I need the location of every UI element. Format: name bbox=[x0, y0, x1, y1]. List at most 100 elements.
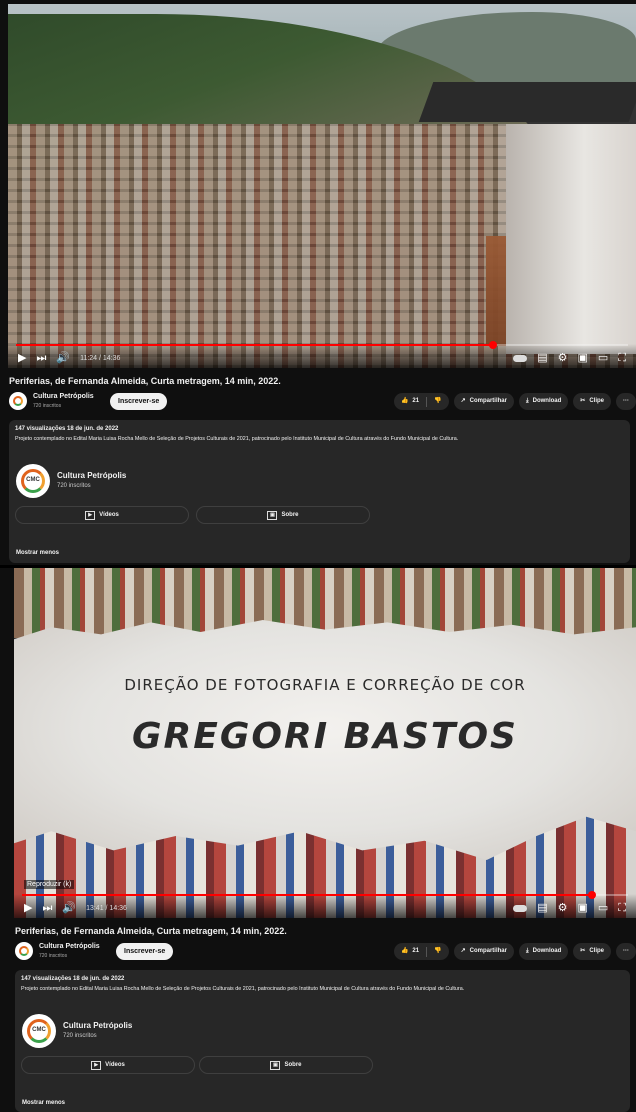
like-count: 21 bbox=[412, 398, 420, 404]
like-icon[interactable]: 👍 bbox=[401, 943, 408, 960]
videos-button[interactable]: ▶ Vídeos bbox=[21, 1056, 195, 1074]
progress-fill bbox=[22, 894, 592, 896]
clip-button[interactable]: ✂ Clipe bbox=[573, 943, 611, 960]
about-icon: ▣ bbox=[267, 510, 278, 520]
clip-label: Clipe bbox=[589, 398, 604, 404]
divider bbox=[426, 396, 428, 407]
fullscreen-icon[interactable]: ⛶ bbox=[618, 352, 626, 364]
share-icon: ↗ bbox=[460, 398, 466, 404]
progress-scrubber[interactable] bbox=[489, 341, 498, 349]
download-label: Download bbox=[532, 948, 562, 954]
subscribe-button[interactable]: Inscrever-se bbox=[116, 943, 174, 960]
description-channel-name[interactable]: Cultura Petrópolis bbox=[63, 1021, 132, 1030]
action-buttons: 👍 21 👎 ↗ Compartilhar ⤓ Download ✂ Clipe… bbox=[393, 943, 636, 960]
description-box[interactable]: 147 visualizações 18 de jun. de 2022 Pro… bbox=[9, 420, 630, 563]
video-frame-building bbox=[506, 124, 636, 354]
channel-avatar[interactable] bbox=[15, 942, 33, 960]
video-player[interactable]: ▶ ⏭ 🔊 11:24 / 14:36 ▤ ⚙ ▣ ▭ ⛶ bbox=[8, 4, 636, 368]
download-button[interactable]: ⤓ Download bbox=[518, 393, 569, 410]
logo-text: CMC bbox=[32, 1027, 46, 1033]
description-channel-avatar[interactable]: CMC bbox=[22, 1014, 56, 1048]
show-less-link[interactable]: Mostrar menos bbox=[16, 550, 59, 556]
more-actions-button[interactable]: ··· bbox=[616, 393, 636, 410]
description-box[interactable]: 147 visualizações 18 de jun. de 2022 Pro… bbox=[15, 970, 630, 1112]
share-button[interactable]: ↗ Compartilhar bbox=[453, 943, 514, 960]
dislike-icon[interactable]: 👎 bbox=[434, 393, 441, 410]
captions-icon[interactable]: ▤ bbox=[537, 352, 547, 364]
settings-icon[interactable]: ⚙ bbox=[558, 352, 568, 364]
time-display: 11:24 / 14:36 bbox=[80, 354, 121, 362]
about-button[interactable]: ▣ Sobre bbox=[199, 1056, 373, 1074]
videos-button[interactable]: ▶ Vídeos bbox=[15, 506, 189, 524]
more-actions-button[interactable]: ··· bbox=[616, 943, 636, 960]
progress-scrubber[interactable] bbox=[587, 891, 596, 899]
description-text: Projeto contemplado no Edital Maria Luis… bbox=[21, 986, 465, 992]
share-label: Compartilhar bbox=[469, 398, 507, 404]
share-label: Compartilhar bbox=[469, 948, 507, 954]
download-button[interactable]: ⤓ Download bbox=[518, 943, 569, 960]
clip-icon: ✂ bbox=[580, 398, 586, 404]
about-label: Sobre bbox=[284, 1062, 302, 1068]
videos-icon: ▶ bbox=[85, 510, 96, 520]
videos-icon: ▶ bbox=[91, 1060, 102, 1070]
clip-label: Clipe bbox=[589, 948, 604, 954]
share-icon: ↗ bbox=[460, 948, 466, 954]
volume-icon[interactable]: 🔊 bbox=[62, 902, 76, 914]
credit-role-text: DIREÇÃO DE FOTOGRAFIA E CORREÇÃO DE COR bbox=[124, 676, 526, 694]
theater-icon[interactable]: ▭ bbox=[598, 902, 608, 914]
channel-subscribers: 720 inscritos bbox=[39, 953, 68, 959]
autoplay-toggle[interactable] bbox=[513, 354, 528, 362]
description-channel-subscribers: 720 inscritos bbox=[57, 483, 91, 489]
channel-row: Cultura Petrópolis 720 inscritos Inscrev… bbox=[9, 392, 636, 414]
view-count-date: 147 visualizações 18 de jun. de 2022 bbox=[21, 976, 125, 982]
show-less-link[interactable]: Mostrar menos bbox=[22, 1100, 65, 1106]
captions-icon[interactable]: ▤ bbox=[537, 902, 547, 914]
settings-icon[interactable]: ⚙ bbox=[558, 902, 568, 914]
about-icon: ▣ bbox=[270, 1060, 281, 1070]
channel-subscribers: 720 inscritos bbox=[33, 403, 62, 409]
description-channel-subscribers: 720 inscritos bbox=[63, 1033, 97, 1039]
dislike-icon[interactable]: 👎 bbox=[434, 943, 441, 960]
progress-bar[interactable] bbox=[22, 891, 628, 899]
about-button[interactable]: ▣ Sobre bbox=[196, 506, 370, 524]
screenshot-panel-1: ▶ ⏭ 🔊 11:24 / 14:36 ▤ ⚙ ▣ ▭ ⛶ Periferias… bbox=[0, 0, 636, 565]
player-controls: ▶ ⏭ 🔊 13:41 / 14:36 ▤ ⚙ ▣ ▭ ⛶ bbox=[14, 891, 636, 918]
divider bbox=[426, 946, 428, 957]
share-button[interactable]: ↗ Compartilhar bbox=[453, 393, 514, 410]
autoplay-toggle[interactable] bbox=[513, 904, 528, 912]
next-icon[interactable]: ⏭ bbox=[36, 352, 46, 364]
player-controls: ▶ ⏭ 🔊 11:24 / 14:36 ▤ ⚙ ▣ ▭ ⛶ bbox=[8, 341, 636, 368]
screenshot-panel-2: DIREÇÃO DE FOTOGRAFIA E CORREÇÃO DE COR … bbox=[0, 568, 636, 1112]
download-icon: ⤓ bbox=[525, 398, 529, 404]
channel-avatar[interactable] bbox=[9, 392, 27, 410]
play-icon[interactable]: ▶ bbox=[24, 902, 32, 914]
theater-icon[interactable]: ▭ bbox=[598, 352, 608, 364]
channel-row: Cultura Petrópolis 720 inscritos Inscrev… bbox=[15, 942, 636, 964]
clip-icon: ✂ bbox=[580, 948, 586, 954]
description-text: Projeto contemplado no Edital Maria Luis… bbox=[15, 436, 459, 442]
credit-name-text: GREGORI BASTOS bbox=[132, 716, 518, 757]
subscribe-button[interactable]: Inscrever-se bbox=[110, 393, 168, 410]
progress-fill bbox=[16, 344, 494, 346]
channel-name[interactable]: Cultura Petrópolis bbox=[39, 943, 100, 950]
download-label: Download bbox=[532, 398, 562, 404]
play-icon[interactable]: ▶ bbox=[18, 352, 26, 364]
video-player[interactable]: DIREÇÃO DE FOTOGRAFIA E CORREÇÃO DE COR … bbox=[14, 568, 636, 918]
clip-button[interactable]: ✂ Clipe bbox=[573, 393, 611, 410]
play-tooltip: Reproduzir (k) bbox=[24, 880, 75, 889]
progress-bar[interactable] bbox=[16, 341, 628, 349]
videos-label: Vídeos bbox=[105, 1062, 125, 1068]
like-dislike-button[interactable]: 👍 21 👎 bbox=[393, 943, 449, 960]
description-channel-name[interactable]: Cultura Petrópolis bbox=[57, 471, 126, 480]
channel-name[interactable]: Cultura Petrópolis bbox=[33, 393, 94, 400]
download-icon: ⤓ bbox=[525, 948, 529, 954]
like-icon[interactable]: 👍 bbox=[401, 393, 408, 410]
miniplayer-icon[interactable]: ▣ bbox=[577, 902, 587, 914]
description-channel-avatar[interactable]: CMC bbox=[16, 464, 50, 498]
volume-icon[interactable]: 🔊 bbox=[56, 352, 70, 364]
videos-label: Vídeos bbox=[99, 512, 119, 518]
next-icon[interactable]: ⏭ bbox=[42, 902, 52, 914]
like-dislike-button[interactable]: 👍 21 👎 bbox=[393, 393, 449, 410]
fullscreen-icon[interactable]: ⛶ bbox=[618, 902, 626, 914]
miniplayer-icon[interactable]: ▣ bbox=[577, 352, 587, 364]
